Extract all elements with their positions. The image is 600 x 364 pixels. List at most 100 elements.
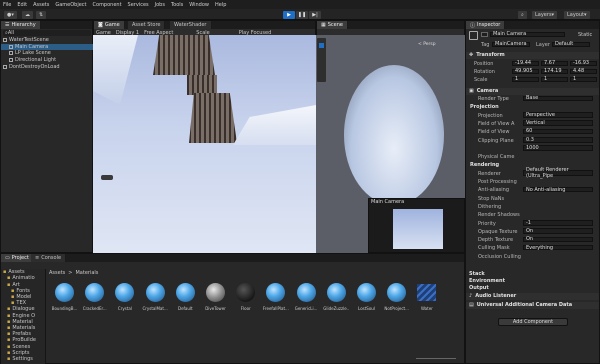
camera-field-label: Anti-aliasing: [478, 187, 509, 194]
pause-button[interactable]: ❚❚: [296, 10, 308, 19]
tab-asset-store[interactable]: Asset Store: [128, 21, 166, 29]
camera-field-value[interactable]: 60: [523, 128, 593, 134]
menu-item-jobs[interactable]: Jobs: [155, 2, 165, 8]
game-viewport[interactable]: [93, 35, 316, 253]
menu-item-help[interactable]: Help: [215, 2, 226, 8]
rotation-x[interactable]: 49.905: [512, 68, 539, 74]
section-header[interactable]: Environment: [466, 278, 599, 285]
camera-field-value[interactable]: -1: [523, 220, 593, 226]
menu-bar: File Edit Assets GameObject Component Service…: [0, 0, 600, 9]
layout-dropdown[interactable]: Layout ▾: [564, 10, 590, 19]
section-header[interactable]: Stack: [466, 271, 599, 278]
audio-listener-header[interactable]: ♪ Audio Listener: [466, 293, 599, 300]
layer-dropdown[interactable]: Default: [552, 41, 590, 47]
menu-item-tools[interactable]: Tools: [171, 2, 183, 8]
position-y[interactable]: 7.67: [541, 60, 568, 66]
camera-header[interactable]: ▣ Camera: [466, 88, 599, 95]
asset-thumbnail[interactable]: [357, 283, 376, 302]
hierarchy-item[interactable]: Directional Light: [1, 57, 93, 63]
camera-field-value[interactable]: Base: [523, 95, 593, 101]
position-x[interactable]: -19.44: [512, 60, 539, 66]
tag-dropdown[interactable]: MainCamera: [492, 41, 530, 47]
camera-field-value[interactable]: Vertical: [523, 120, 593, 126]
asset-thumbnail[interactable]: [326, 283, 346, 302]
scale-z[interactable]: 1: [570, 76, 597, 82]
menu-item-window[interactable]: Window: [189, 2, 209, 8]
camera-icon: ▣: [469, 88, 474, 95]
camera-field-value[interactable]: Perspective: [523, 112, 593, 118]
tab-scene[interactable]: ▦ Scene: [317, 21, 348, 29]
play-button[interactable]: ▶: [283, 10, 295, 19]
section-header[interactable]: Output: [466, 285, 599, 292]
position-z[interactable]: -16.93: [570, 60, 597, 66]
breadcrumb-assets[interactable]: Assets: [49, 270, 65, 276]
rotation-z[interactable]: 4.48: [570, 68, 597, 74]
rotation-y[interactable]: 174.19: [541, 68, 568, 74]
layers-label: Layers: [535, 11, 552, 18]
camera-field-value[interactable]: Everything: [523, 245, 593, 251]
hierarchy-search[interactable]: ⌕ All: [3, 30, 91, 36]
camera-field-value[interactable]: No Anti-aliasing: [523, 187, 593, 193]
hierarchy-item[interactable]: WaterTestScene: [1, 37, 93, 43]
camera-field-value[interactable]: 0.3: [523, 137, 593, 143]
menu-item-component[interactable]: Component: [93, 2, 122, 8]
asset-thumbnail[interactable]: [55, 283, 74, 302]
hierarchy-item[interactable]: LP Lake Scene: [1, 50, 93, 56]
menu-item-assets[interactable]: Assets: [33, 2, 49, 8]
menu-item-edit[interactable]: Edit: [17, 2, 27, 8]
camera-field-value[interactable]: 1000: [523, 145, 593, 151]
hierarchy-item[interactable]: DontDestroyOnLoad: [1, 63, 93, 70]
scene-viewport[interactable]: < Persp Main Camera: [316, 35, 465, 253]
gamepad-icon: ◙: [98, 22, 103, 28]
search-icon[interactable]: ⌕: [518, 10, 527, 19]
breadcrumb-materials[interactable]: Materials: [75, 270, 98, 276]
camera-field-label: Opaque Texture: [478, 228, 518, 235]
folder-icon: ▪: [7, 355, 11, 362]
persp-label[interactable]: < Persp: [418, 42, 436, 47]
camera-field-label: Priority: [478, 220, 496, 227]
info-icon: ⓘ: [470, 22, 476, 29]
tab-inspector[interactable]: ⓘ Inspector: [466, 21, 506, 29]
move-tool-icon[interactable]: [319, 43, 324, 48]
menu-item-gameobject[interactable]: GameObject: [55, 2, 86, 8]
tab-game[interactable]: ◙ Game: [94, 21, 125, 29]
transform-header[interactable]: ✥ Transform: [466, 52, 599, 59]
urp-data-header[interactable]: ▤ Universal Additional Camera Data: [466, 302, 599, 309]
camera-field-value[interactable]: On: [523, 228, 593, 234]
scale-y[interactable]: 1: [541, 76, 568, 82]
tab-water-shader[interactable]: WaterShader: [170, 21, 212, 29]
grid-icon: ▦: [321, 22, 326, 28]
scale-x[interactable]: 1: [512, 76, 539, 82]
collab-button[interactable]: ⇅: [36, 10, 47, 19]
active-checkbox[interactable]: [481, 32, 488, 37]
hierarchy-item-label: DontDestroyOnLoad: [9, 63, 60, 70]
rotation-fields: 49.905 174.19 4.48: [512, 68, 597, 74]
main-toolbar: ●▾ ☁ ⇅ ▶ ❚❚ ▶| ⌕ Layers ▾ Layout ▾: [0, 9, 600, 20]
camera-field-value[interactable]: Default Renderer (Ultra_Pipe: [523, 167, 593, 179]
project-folder[interactable]: ▪ Settings: [1, 356, 45, 362]
add-component-button[interactable]: Add Component: [498, 318, 568, 326]
account-button[interactable]: ●▾: [4, 10, 17, 19]
gameobject-icon: [3, 64, 7, 69]
static-toggle[interactable]: Static: [578, 32, 592, 38]
asset-thumbnail[interactable]: [206, 283, 225, 302]
console-icon: ≡: [35, 255, 40, 261]
asset-thumbnail[interactable]: [145, 283, 165, 302]
camera-field-value[interactable]: On: [523, 236, 593, 242]
camera-field-label: Occlusion Culling: [478, 253, 521, 260]
object-name-field[interactable]: Main Camera: [490, 31, 565, 37]
hierarchy-item[interactable]: Main Camera: [1, 43, 93, 50]
asset-thumbnail[interactable]: [296, 283, 316, 302]
zoom-slider[interactable]: [416, 358, 456, 359]
menu-item-file[interactable]: File: [3, 2, 11, 8]
asset-thumbnail[interactable]: [417, 284, 437, 301]
tab-hierarchy[interactable]: ☰ Hierarchy: [1, 21, 41, 29]
step-button[interactable]: ▶|: [309, 10, 321, 19]
tab-console[interactable]: ≡ Console: [31, 254, 67, 262]
menu-item-services[interactable]: Services: [128, 2, 149, 8]
tab-project[interactable]: ▭ Project: [1, 254, 34, 262]
asset-label: DiveTower: [205, 306, 226, 311]
cloud-icon[interactable]: ☁: [22, 10, 33, 19]
asset-thumbnail[interactable]: [175, 283, 195, 302]
layers-dropdown[interactable]: Layers ▾: [532, 10, 558, 19]
